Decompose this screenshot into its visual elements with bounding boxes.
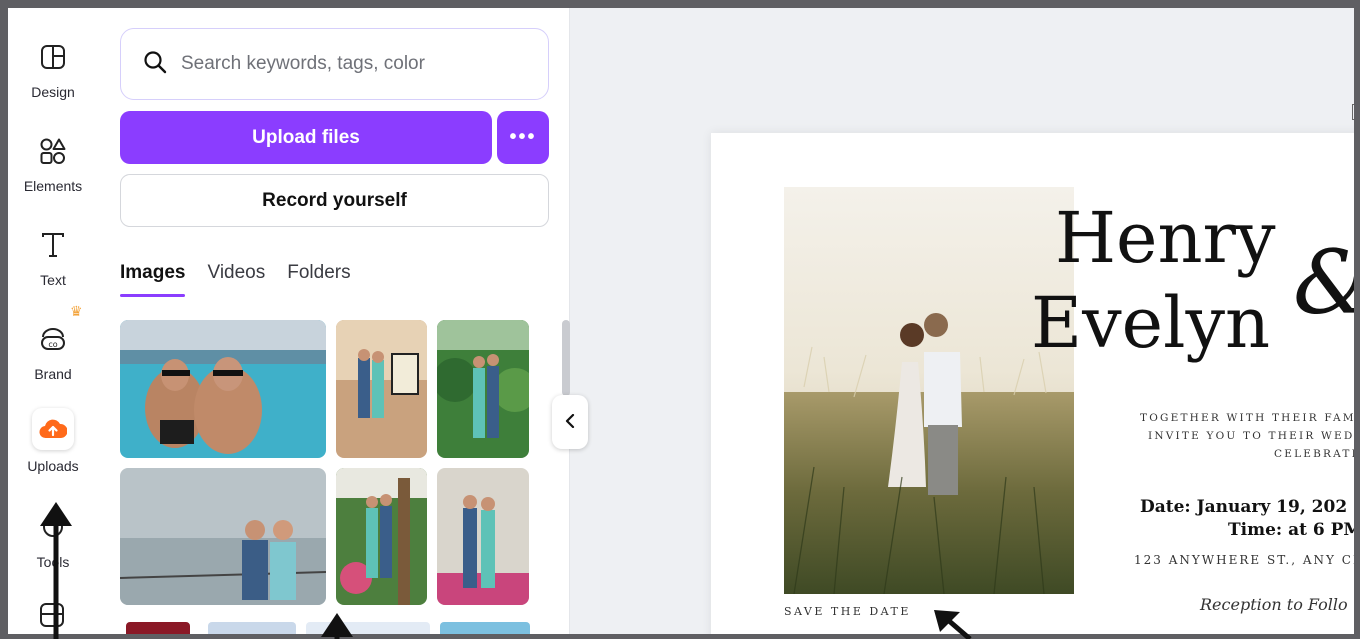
- search-icon: [143, 50, 167, 79]
- arrow-upleft-icon: [934, 610, 972, 639]
- media-tabs: Images Videos Folders: [120, 262, 373, 302]
- tab-images[interactable]: Images: [120, 262, 186, 302]
- collapse-panel-button[interactable]: [552, 395, 588, 449]
- more-options-button[interactable]: •••: [497, 111, 549, 164]
- rail-item-brand[interactable]: co Brand: [8, 314, 98, 398]
- svg-text:co: co: [48, 340, 57, 349]
- rail-label-uploads: Uploads: [27, 458, 79, 474]
- page-edge-icon: [1352, 104, 1354, 120]
- upload-files-button[interactable]: Upload files: [120, 111, 492, 164]
- rail-label-text: Text: [40, 272, 66, 288]
- image-thumbnail[interactable]: [120, 468, 326, 605]
- record-yourself-button[interactable]: Record yourself: [120, 174, 549, 227]
- layout-icon: [38, 42, 68, 72]
- image-thumbnail[interactable]: [437, 468, 529, 605]
- arrow-up-icon: [321, 613, 353, 639]
- brand-icon: co: [38, 324, 68, 354]
- image-thumbnail[interactable]: [336, 468, 427, 605]
- cloud-upload-icon: [32, 408, 74, 450]
- rail-label-design: Design: [31, 84, 75, 100]
- name-evelyn[interactable]: Evelyn: [1031, 288, 1270, 358]
- image-thumbnail[interactable]: [437, 320, 529, 458]
- invite-line-3[interactable]: CELEBRATIO: [1274, 448, 1354, 460]
- invite-line-1[interactable]: TOGETHER WITH THEIR FAMILI: [1140, 412, 1354, 424]
- save-the-date-text[interactable]: SAVE THE DATE: [784, 605, 911, 618]
- image-thumbnail[interactable]: [336, 320, 427, 458]
- rail-label-brand: Brand: [34, 366, 72, 382]
- address-text[interactable]: 123 ANYWHERE ST., ANY CIT: [1134, 553, 1354, 567]
- text-icon: [38, 230, 68, 260]
- tab-folders[interactable]: Folders: [287, 262, 350, 302]
- time-text[interactable]: Time: at 6 PM: [1228, 520, 1354, 540]
- date-text[interactable]: Date: January 19, 202: [1140, 497, 1347, 517]
- app-window: Design Elements Text ♛ co Brand Uploads …: [8, 8, 1354, 634]
- shapes-icon: [38, 136, 68, 166]
- panel-scrollbar[interactable]: [562, 320, 570, 396]
- invite-line-2[interactable]: INVITE YOU TO THEIR WEDDIN: [1148, 430, 1354, 442]
- image-thumbnail[interactable]: [440, 622, 530, 634]
- reception-text[interactable]: Reception to Follo: [1200, 595, 1348, 614]
- uploads-panel: Upload files ••• Record yourself Images …: [98, 8, 570, 634]
- rail-item-uploads[interactable]: Uploads: [8, 408, 98, 492]
- image-thumbnail[interactable]: [208, 622, 296, 634]
- image-thumbnail[interactable]: [120, 320, 326, 458]
- rail-item-text[interactable]: Text: [8, 220, 98, 304]
- design-page[interactable]: Henry Evelyn & TOGETHER WITH THEIR FAMIL…: [711, 133, 1354, 634]
- rail-item-design[interactable]: Design: [8, 32, 98, 116]
- rail-label-elements: Elements: [23, 178, 83, 194]
- rail-item-elements[interactable]: Elements: [8, 126, 98, 210]
- chevron-left-icon: [565, 412, 575, 433]
- arrow-up-icon: [40, 502, 72, 639]
- tab-videos[interactable]: Videos: [207, 262, 265, 302]
- ampersand[interactable]: &: [1293, 239, 1354, 327]
- image-thumbnail[interactable]: [126, 622, 190, 634]
- search-box[interactable]: [120, 28, 549, 100]
- couple-photo[interactable]: [784, 187, 1074, 595]
- search-input[interactable]: [181, 53, 511, 75]
- name-henry[interactable]: Henry: [1055, 203, 1276, 273]
